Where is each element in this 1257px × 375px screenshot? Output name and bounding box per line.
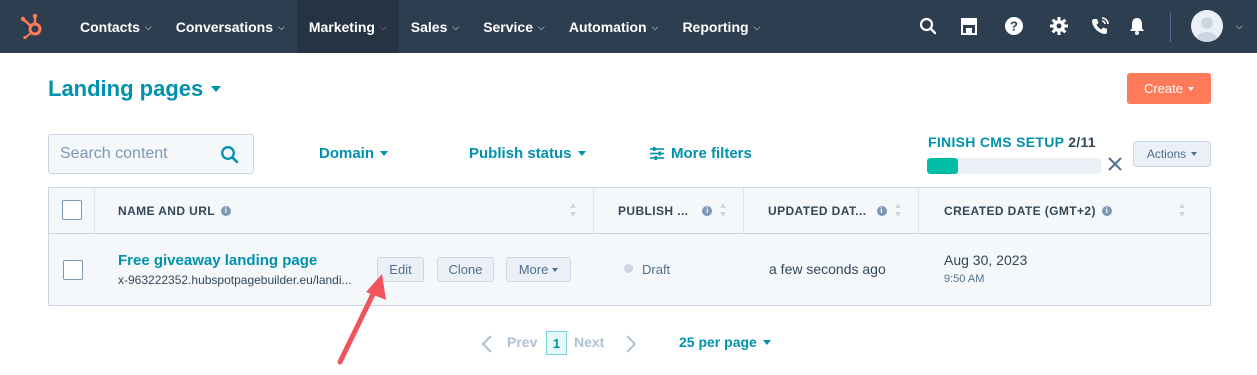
nav-reporting[interactable]: Reporting ⌵ <box>670 0 772 53</box>
row-checkbox[interactable] <box>63 260 83 280</box>
avatar[interactable] <box>1191 10 1223 42</box>
updated-date-value: a few seconds ago <box>769 261 886 277</box>
notifications-icon[interactable] <box>1126 15 1148 37</box>
publish-status-filter[interactable]: Publish status <box>469 145 586 162</box>
status-dot <box>624 264 633 273</box>
info-icon[interactable]: i <box>1101 205 1112 216</box>
annotation-arrow-icon <box>337 274 386 365</box>
chevron-down-icon: ⌵ <box>452 22 460 32</box>
nav-sales[interactable]: Sales ⌵ <box>399 0 471 53</box>
chevron-down-icon: ⌵ <box>538 22 545 32</box>
more-button[interactable]: More <box>506 257 571 282</box>
select-all-cell <box>49 188 95 233</box>
caret-down-icon <box>380 151 389 156</box>
created-date-value: Aug 30, 2023 <box>944 252 1028 268</box>
page-title-link[interactable]: Free giveaway landing page <box>118 252 317 269</box>
page-title: Landing pages <box>48 76 204 101</box>
filter-sliders-icon <box>650 147 664 160</box>
column-name-url[interactable]: NAME AND URL i <box>95 188 594 233</box>
table-header: NAME AND URL i PUBLISH ... i UPDATED DAT… <box>49 188 1210 234</box>
progress-fill <box>927 158 959 174</box>
chevron-right-icon[interactable] <box>625 334 637 354</box>
info-icon[interactable]: i <box>876 205 887 216</box>
cms-setup-label[interactable]: FINISH CMS SETUP 2/11 <box>928 134 1096 150</box>
caret-down-icon <box>762 339 771 345</box>
caret-down-icon <box>552 267 559 272</box>
more-filters-button[interactable]: More filters <box>650 145 752 162</box>
sort-icon[interactable] <box>894 202 902 218</box>
search-icon[interactable] <box>917 15 939 37</box>
landing-pages-table: NAME AND URL i PUBLISH ... i UPDATED DAT… <box>48 187 1211 306</box>
nav-contacts[interactable]: Contacts ⌵ <box>68 0 164 53</box>
main-nav: Contacts ⌵ Conversations ⌵ Marketing ⌵ Sale… <box>68 0 772 53</box>
nav-automation[interactable]: Automation ⌵ <box>557 0 671 53</box>
close-icon[interactable] <box>1106 155 1124 173</box>
top-nav: Contacts ⌵ Conversations ⌵ Marketing ⌵ Sale… <box>0 0 1257 53</box>
chevron-down-icon: ⌵ <box>144 22 152 32</box>
column-updated-date[interactable]: UPDATED DAT... i <box>744 188 919 233</box>
create-button[interactable]: Create <box>1127 73 1211 104</box>
chevron-down-icon: ⌵ <box>379 22 387 32</box>
chevron-down-icon: ⌵ <box>277 22 285 32</box>
caret-down-icon <box>211 86 222 92</box>
info-icon[interactable]: i <box>221 205 232 216</box>
table-row: Free giveaway landing page x-963222352.h… <box>49 234 1210 305</box>
settings-icon[interactable] <box>1048 15 1070 37</box>
search-icon[interactable] <box>220 145 239 164</box>
column-created-date[interactable]: CREATED DATE (GMT+2) i <box>919 188 1210 233</box>
page-title-dropdown[interactable]: Landing pages <box>48 76 222 102</box>
next-button[interactable]: Next <box>574 334 604 350</box>
hubspot-logo-icon[interactable] <box>18 12 46 40</box>
caret-down-icon <box>1188 86 1195 91</box>
chevron-down-icon: ⌵ <box>753 22 761 32</box>
nav-service[interactable]: Service ⌵ <box>471 0 557 53</box>
actions-button[interactable]: Actions <box>1133 141 1211 167</box>
page-url: x-963222352.hubspotpagebuilder.eu/landi.… <box>118 273 352 287</box>
sort-icon[interactable] <box>719 202 727 218</box>
per-page-dropdown[interactable]: 25 per page <box>679 334 771 350</box>
caret-down-icon <box>577 151 586 156</box>
search-box <box>48 134 254 174</box>
marketplace-icon[interactable] <box>958 15 980 37</box>
select-all-checkbox[interactable] <box>62 200 82 220</box>
info-icon[interactable]: i <box>702 205 713 216</box>
caret-down-icon <box>1191 152 1198 156</box>
column-publish-status[interactable]: PUBLISH ... i <box>594 188 744 233</box>
chevron-left-icon[interactable] <box>481 334 493 354</box>
nav-divider <box>1170 12 1171 42</box>
nav-marketing[interactable]: Marketing ⌵ <box>296 0 399 53</box>
publish-status-value: Draft <box>642 262 671 277</box>
help-icon[interactable]: ? <box>1003 15 1025 37</box>
cms-setup-count: 2/11 <box>1068 134 1096 150</box>
cms-setup-progress-bar <box>927 158 1101 174</box>
nav-conversations[interactable]: Conversations ⌵ <box>164 0 297 53</box>
sort-icon[interactable] <box>569 202 577 218</box>
prev-button[interactable]: Prev <box>507 334 537 350</box>
chevron-down-icon[interactable]: ⌵ <box>1236 21 1243 32</box>
search-input[interactable] <box>60 145 220 163</box>
sort-icon[interactable] <box>1178 202 1186 218</box>
domain-filter[interactable]: Domain <box>319 145 389 162</box>
clone-button[interactable]: Clone <box>437 257 494 282</box>
page-number-current[interactable]: 1 <box>546 331 567 355</box>
svg-text:?: ? <box>1010 19 1018 34</box>
created-time-value: 9:50 AM <box>944 273 985 285</box>
calling-icon[interactable] <box>1089 15 1111 37</box>
chevron-down-icon: ⌵ <box>651 22 659 32</box>
